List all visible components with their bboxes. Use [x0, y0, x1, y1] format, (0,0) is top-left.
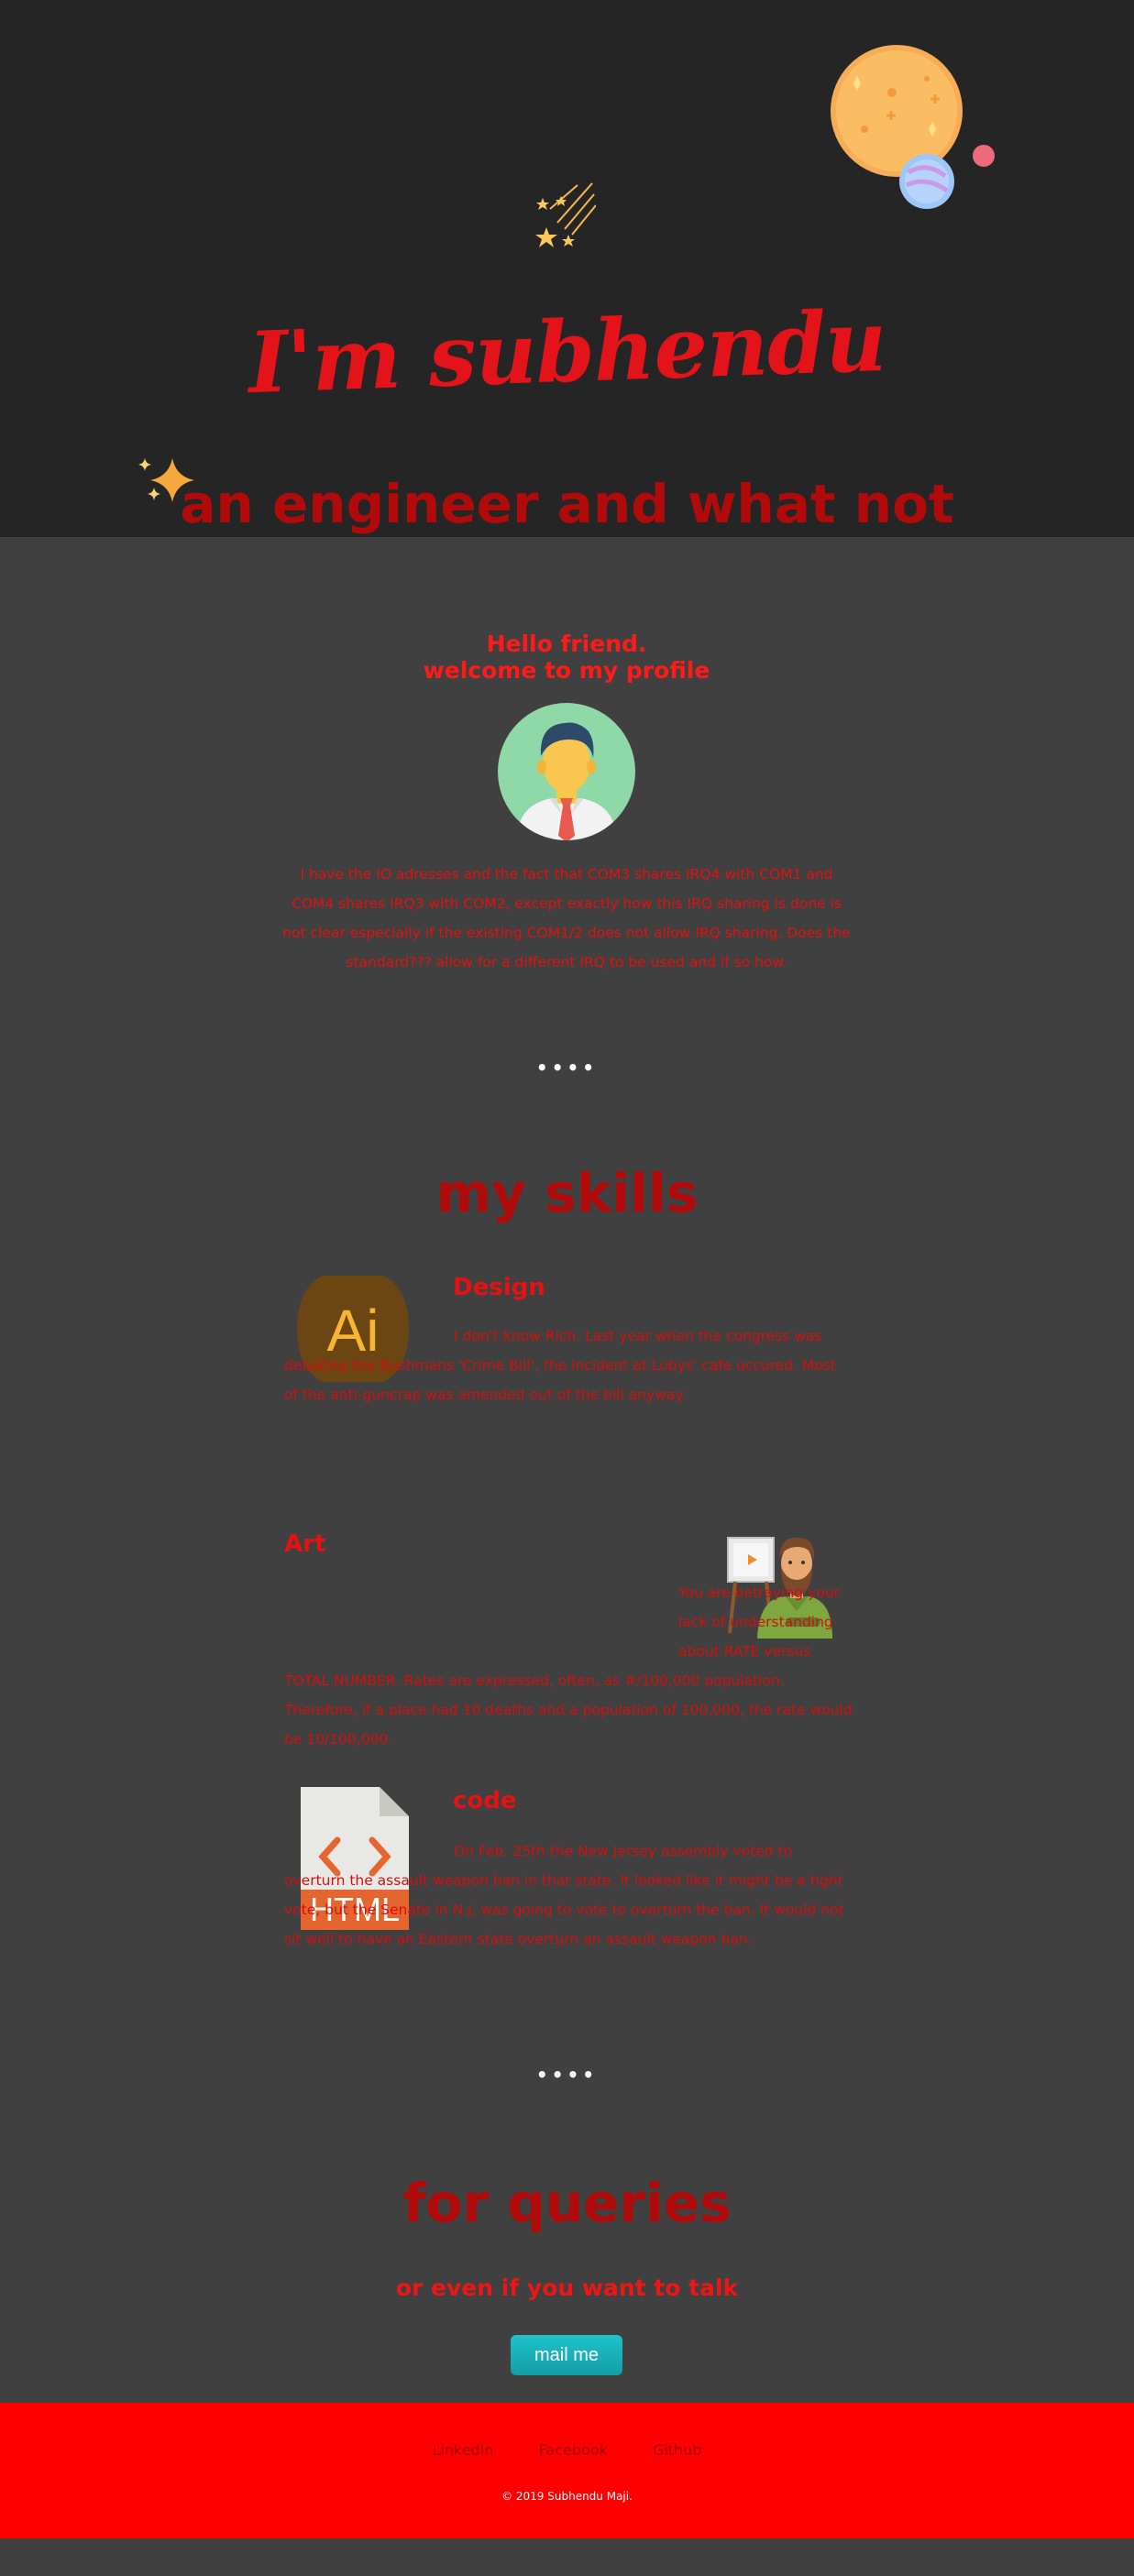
footer-link-linkedin[interactable]: LinkedIn — [433, 2441, 494, 2459]
skill-text-design: I don't know Rich. Last year when the co… — [284, 1328, 836, 1403]
skill-heading-art: Art — [284, 1530, 326, 1558]
copyright: © 2019 Subhendu Maji. — [501, 2490, 633, 2503]
planet-icon — [831, 45, 995, 209]
footer-link-github[interactable]: Github — [653, 2441, 702, 2459]
businessman-avatar-icon — [498, 703, 635, 840]
section-divider: •••• — [535, 1057, 599, 1079]
greeting-line-1: Hello friend. — [486, 630, 647, 657]
skill-text-art: You are betraying your lack of understan… — [284, 1578, 853, 1754]
hero-title: I'm subhendu — [247, 290, 887, 413]
hero-subtitle: an engineer and what not — [180, 473, 954, 535]
skill-text-code: On Feb. 25th the New Jersey assembly vot… — [284, 1843, 844, 1947]
section-divider-2: •••• — [535, 2064, 599, 2086]
intro-text: I have the IO adresses and the fact that… — [282, 866, 851, 970]
mail-me-button[interactable]: mail me — [511, 2335, 622, 2375]
greeting-line-2: welcome to my profile — [423, 657, 710, 684]
footer: LinkedIn Facebook Github © 2019 Subhendu… — [0, 2403, 1134, 2538]
skill-heading-design: Design — [453, 1274, 545, 1301]
contact-subtitle: or even if you want to talk — [395, 2275, 739, 2301]
footer-links: LinkedIn Facebook Github — [0, 2441, 1134, 2459]
shooting-stars-icon — [535, 182, 596, 247]
hero-section: I'm subhendu an engineer and what not — [0, 0, 1134, 537]
footer-link-facebook[interactable]: Facebook — [539, 2441, 608, 2459]
skills-title: my skills — [435, 1162, 699, 1224]
greeting: Hello friend. welcome to my profile — [282, 630, 851, 684]
contact-title: for queries — [402, 2172, 732, 2234]
skill-heading-code: code — [453, 1787, 517, 1814]
